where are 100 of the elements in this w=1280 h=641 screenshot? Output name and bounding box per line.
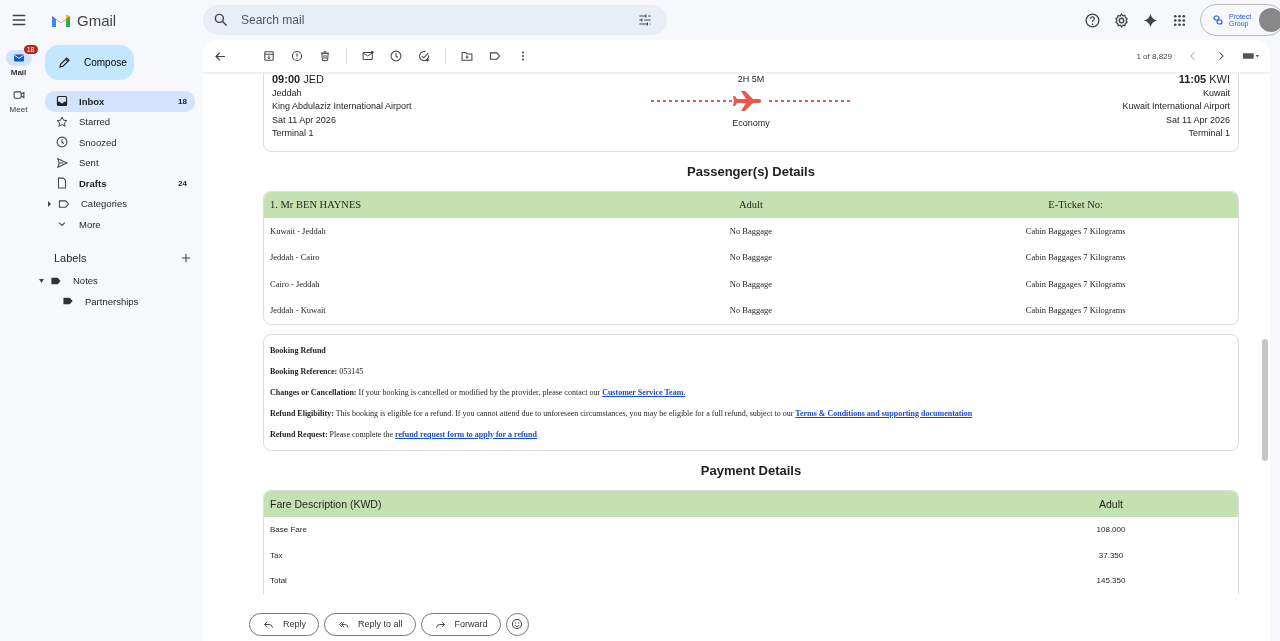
smiley-icon — [510, 617, 525, 631]
document-icon — [55, 176, 69, 191]
reply-action-button[interactable]: Forward — [420, 612, 501, 636]
pagination-count: 1 of 8,829 — [1136, 51, 1172, 61]
terminal: Terminal 1 — [1188, 127, 1230, 140]
table-cell-text: Cabin Baggages 7 Kilograms — [1024, 278, 1127, 289]
table-cell-text: 145.350 — [1095, 576, 1127, 586]
table-header-cell-text: Fare Description (KWD) — [269, 498, 383, 510]
table-header-cell-text: Adult — [738, 199, 764, 210]
emoji-reaction-button[interactable] — [505, 612, 529, 636]
folder-label: More — [79, 218, 102, 230]
refund-paragraph: Refund Eligibility: This booking is eligible for a refund. If you cannot attend due to unforeseen circumstances, you may be eligible for a full refund, subject to our Terms & Conditions and supporting documentation — [270, 408, 974, 419]
search-icon[interactable] — [213, 12, 229, 28]
terminal: Terminal 1 — [272, 127, 314, 140]
table-cell-text: No Baggage — [728, 252, 774, 263]
folder-item[interactable]: More — [45, 214, 195, 235]
expand-caret-icon[interactable] — [39, 276, 44, 285]
send-icon — [55, 155, 69, 170]
folder-item[interactable]: Inbox 18 — [45, 91, 195, 112]
folder-item[interactable]: Snoozed — [45, 132, 195, 153]
rail-label: Meet — [9, 105, 28, 114]
table-cell-text: Tax — [269, 550, 284, 560]
reply-action-button[interactable]: Reply to all — [324, 612, 416, 636]
table-cell-text: Cabin Baggages 7 Kilograms — [1024, 252, 1127, 263]
snooze-icon[interactable] — [389, 49, 403, 63]
label-item[interactable]: Partnerships — [37, 291, 203, 312]
folder-label: Sent — [79, 157, 100, 169]
departure-time: 11:05 KWI — [1178, 73, 1230, 87]
move-to-folder-icon[interactable] — [460, 49, 474, 63]
pencil-icon — [57, 55, 72, 70]
add-task-icon[interactable] — [417, 49, 431, 63]
table-header-cell-text: 1. Mr BEN HAYNES — [269, 199, 363, 210]
folder-label: Snoozed — [79, 136, 118, 148]
table-cell-text: Base Fare — [269, 525, 308, 535]
filter-options-icon[interactable] — [637, 12, 653, 28]
folder-item[interactable]: Sent — [45, 152, 195, 173]
video-camera-icon — [11, 88, 26, 102]
table-cell-text: 37.350 — [1097, 550, 1125, 560]
avatar[interactable] — [1259, 8, 1280, 32]
label-icon[interactable] — [488, 49, 502, 63]
table-cell-text: No Baggage — [728, 305, 774, 316]
folder-label: Categories — [81, 198, 128, 210]
folder-count: 18 — [178, 96, 187, 106]
table-header-cell-text: Adult — [1098, 498, 1124, 510]
cabin-class: Economy — [732, 116, 770, 130]
folder-label: Starred — [79, 116, 112, 128]
table-header-cell-text: E-Ticket No: — [1047, 199, 1105, 210]
app-name: Gmail — [77, 11, 117, 29]
refund-paragraph: Changes or Cancellation: If your booking is cancelled or modified by the provider, please contact our Customer Service Team. — [270, 387, 687, 398]
table-cell-text: No Baggage — [728, 225, 774, 236]
table-cell-text: Total — [269, 576, 288, 586]
refund-paragraph: Refund Request: Please complete the refund request form to apply for a refund — [270, 429, 538, 440]
folder-item[interactable]: Categories — [45, 193, 195, 214]
flight-date: Sat 11 Apr 2026 — [1166, 113, 1230, 127]
inbox-icon — [55, 94, 69, 109]
table-cell-text: Kuwait - Jeddah — [269, 225, 327, 236]
chain-link-icon — [1213, 15, 1223, 25]
rail-button[interactable] — [5, 50, 32, 66]
refund-link[interactable]: Terms & Conditions and supporting documentation — [795, 408, 973, 418]
compose-button[interactable]: Compose — [45, 45, 134, 80]
flight-duration: 2H 5M — [737, 73, 765, 86]
folder-count: 24 — [178, 178, 187, 188]
help-icon[interactable] — [1084, 11, 1101, 29]
labels-heading: Labels — [54, 251, 87, 264]
refund-link[interactable]: refund request form to apply for a refund — [395, 429, 537, 439]
reply-action-button[interactable]: Reply — [249, 612, 319, 636]
flight-date: Sat 11 Apr 2026 — [272, 113, 336, 127]
table-cell-text: Cabin Baggages 7 Kilograms — [1024, 225, 1127, 236]
table-cell-text: Cabin Baggages 7 Kilograms — [1024, 305, 1127, 316]
table-cell-text: Jeddah - Cairo — [269, 252, 321, 263]
report-spam-icon[interactable] — [290, 49, 304, 63]
refund-link[interactable]: Customer Service Team. — [602, 387, 686, 397]
folder-item[interactable]: Starred — [45, 111, 195, 132]
refund-title: Booking Refund — [270, 345, 327, 356]
clock-icon — [55, 135, 69, 150]
mark-unread-icon[interactable] — [361, 49, 375, 63]
settings-icon[interactable] — [1113, 11, 1130, 29]
label-item[interactable]: Notes — [37, 270, 203, 291]
search-field[interactable]: Search mail — [239, 12, 627, 28]
archive-icon[interactable] — [262, 49, 276, 63]
rail-label: Mail — [10, 68, 27, 77]
table-cell-text: Cairo - Jeddah — [269, 278, 321, 289]
departure-time: 09:00 JED — [272, 73, 324, 87]
airport-name: King Abdulaziz International Airport — [272, 100, 412, 113]
delete-icon[interactable] — [318, 49, 332, 63]
airport-name: Kuwait International Airport — [1122, 100, 1230, 113]
refund-paragraph: Booking Reference: 053145 — [270, 366, 365, 377]
gmail-logo-icon[interactable] — [51, 12, 71, 28]
section-heading: Payment Details — [699, 463, 803, 478]
search-bar[interactable]: Search mail — [203, 5, 667, 35]
sparkle-icon[interactable] — [1142, 11, 1159, 29]
scrollbar-thumb[interactable] — [1262, 339, 1268, 461]
city: Jeddah — [272, 86, 302, 100]
expand-caret-icon[interactable] — [47, 199, 52, 208]
star-icon — [55, 114, 69, 129]
table-cell-text: Jeddah - Kuwait — [269, 305, 327, 316]
folder-item[interactable]: Drafts 24 — [45, 173, 195, 194]
section-heading: Passenger(s) Details — [686, 163, 816, 179]
table-cell-text: 108.000 — [1095, 525, 1127, 535]
folder-label: Drafts — [79, 177, 108, 189]
